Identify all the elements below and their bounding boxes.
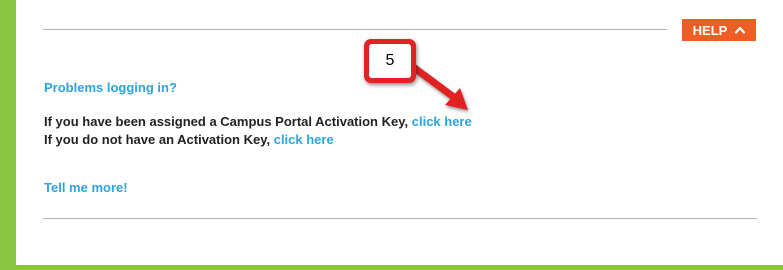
help-toggle-button[interactable]: HELP xyxy=(682,19,756,41)
help-panel: HELP Problems logging in? If you have be… xyxy=(0,0,783,270)
tell-me-more-link[interactable]: Tell me more! xyxy=(44,180,128,195)
no-activation-key-text: If you do not have an Activation Key, xyxy=(44,132,271,147)
top-divider xyxy=(43,29,667,30)
step-number: 5 xyxy=(369,44,411,78)
bottom-border xyxy=(0,265,783,270)
help-label: HELP xyxy=(692,22,728,38)
no-activation-key-line: If you do not have an Activation Key, cl… xyxy=(44,132,334,147)
activation-key-line: If you have been assigned a Campus Porta… xyxy=(44,114,472,129)
bottom-divider xyxy=(43,218,757,219)
step-callout: 5 xyxy=(364,39,416,83)
left-border xyxy=(0,0,16,270)
chevron-up-icon xyxy=(735,26,746,34)
activation-key-text: If you have been assigned a Campus Porta… xyxy=(44,114,409,129)
no-activation-key-link[interactable]: click here xyxy=(274,132,334,147)
activation-key-link[interactable]: click here xyxy=(412,114,472,129)
problems-heading: Problems logging in? xyxy=(44,80,177,95)
